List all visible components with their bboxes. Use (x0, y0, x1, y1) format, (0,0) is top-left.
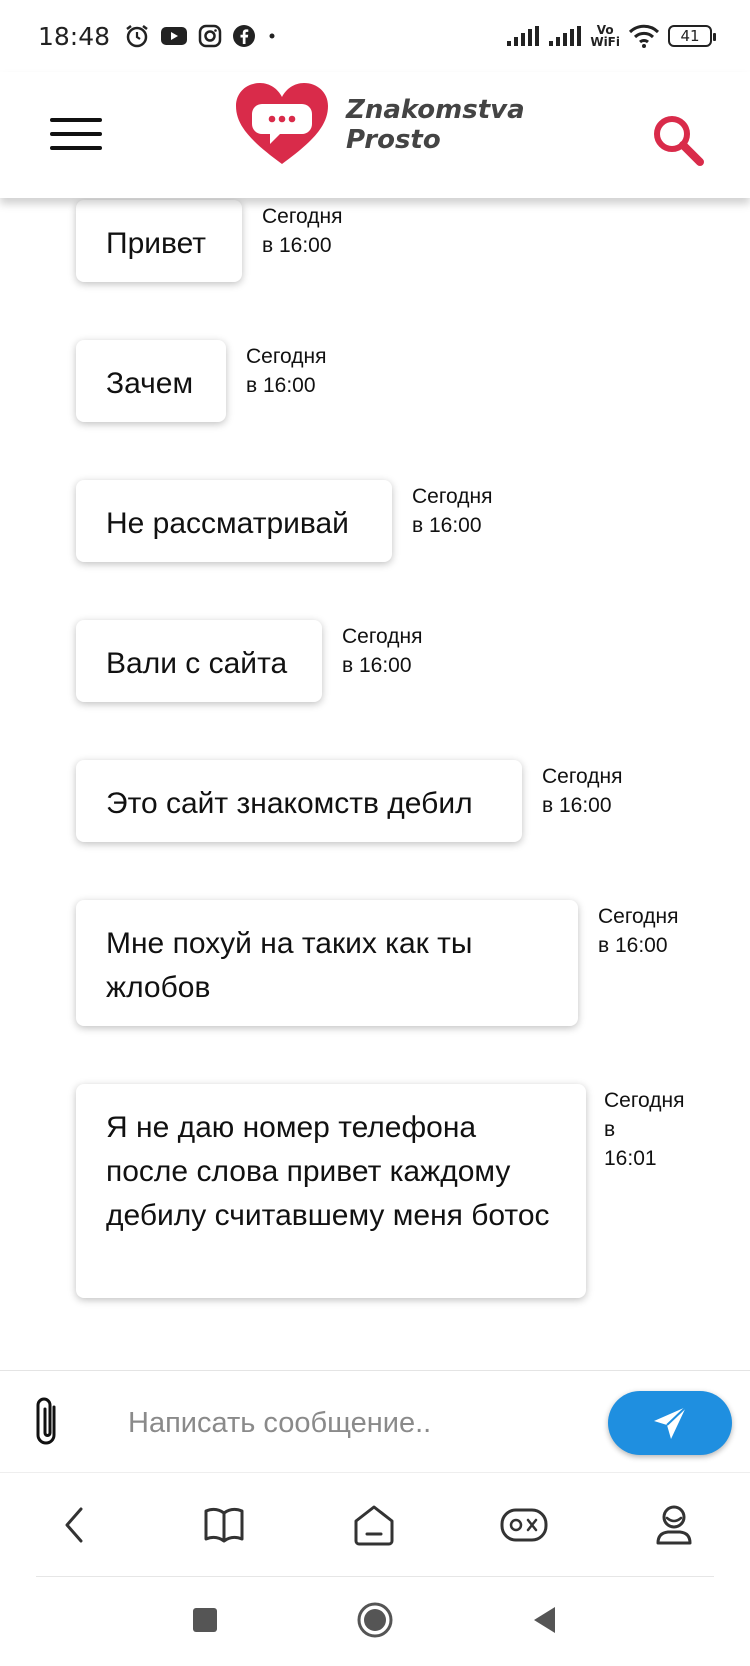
battery-level: 41 (680, 27, 700, 45)
send-button[interactable] (608, 1391, 732, 1455)
search-button[interactable] (650, 112, 706, 168)
back-button[interactable] (44, 1495, 104, 1555)
message-bubble: Мне похуй на таких как ты жлобов (76, 900, 578, 1026)
message-time: Сегодня в 16:00 (342, 622, 422, 680)
message-bubble: Привет (76, 200, 242, 282)
menu-button[interactable] (50, 118, 102, 154)
message-time-day: Сегодня (246, 345, 327, 368)
wifi-icon (628, 24, 660, 48)
home-button[interactable] (344, 1495, 404, 1555)
status-time: 18:48 (38, 21, 111, 51)
message-bubble: Не рассматривай (76, 480, 392, 562)
send-icon (654, 1406, 687, 1439)
paperclip-icon (36, 1397, 56, 1445)
chevron-left-icon (65, 1507, 83, 1543)
gamepad-icon (500, 1508, 548, 1542)
message-time-prep: в (604, 1118, 616, 1141)
system-home-button[interactable] (350, 1595, 400, 1645)
message-text: Вали с сайта (106, 647, 288, 680)
circle-icon (357, 1602, 393, 1638)
notification-dot-icon (266, 30, 278, 42)
message-time: Сегодня в 16:00 (246, 342, 326, 400)
recents-button[interactable] (180, 1595, 230, 1645)
system-back-button[interactable] (520, 1595, 570, 1645)
message-time-hour: в 16:00 (246, 374, 316, 397)
status-bar: 18:48 Vo WiFi 41 (0, 0, 750, 72)
message-text: Это сайт знакомств дебил (106, 787, 473, 820)
message-bubble: Я не даю номер телефона после слова прив… (76, 1084, 586, 1298)
logo-text: Znakomstva Prosto (346, 95, 525, 155)
message-bubble: Вали с сайта (76, 620, 322, 702)
message-text: Зачем (106, 367, 194, 400)
signal-icon-2 (548, 25, 582, 47)
message-bubble: Это сайт знакомств дебил (76, 760, 522, 842)
home-icon (354, 1505, 394, 1546)
browser-nav (0, 1472, 750, 1577)
app-header: Znakomstva Prosto (0, 72, 750, 198)
composer (0, 1370, 750, 1473)
attach-button[interactable] (32, 1395, 62, 1449)
triangle-back-icon (534, 1607, 555, 1633)
instagram-icon (198, 24, 222, 48)
message-time-day: Сегодня (604, 1089, 685, 1112)
profile-button[interactable] (644, 1495, 704, 1555)
battery-icon: 41 (668, 25, 716, 47)
message-text: Не рассматривай (106, 507, 349, 540)
message-time-day: Сегодня (542, 765, 623, 788)
message-time: Сегодня в 16:00 (262, 202, 342, 260)
vowifi-label: Vo WiFi (590, 24, 620, 48)
message-time: Сегодня в 16:00 (598, 902, 678, 960)
message-time-day: Сегодня (342, 625, 423, 648)
message-time-hour: в 16:00 (342, 654, 412, 677)
user-icon (656, 1505, 692, 1545)
square-icon (193, 1608, 217, 1632)
message-time-day: Сегодня (598, 905, 679, 928)
message-bubble: Зачем (76, 340, 226, 422)
book-icon (204, 1507, 244, 1543)
message-time: Сегодня в 16:00 (542, 762, 622, 820)
menu-line (50, 146, 102, 150)
message-time-day: Сегодня (412, 485, 493, 508)
youtube-icon (160, 25, 188, 47)
message-time-hour: в 16:00 (412, 514, 482, 537)
heart-chat-icon (236, 83, 328, 164)
message-time-hour: в 16:00 (542, 794, 612, 817)
message-input[interactable] (126, 1397, 590, 1449)
facebook-icon (232, 24, 256, 48)
screen: 18:48 Vo WiFi 41 Znakomstva Prosto Приве… (0, 0, 750, 1666)
message-text: Мне похуй на таких как ты жлобов (106, 927, 473, 1004)
message-time: Сегодня в 16:01 (604, 1086, 684, 1173)
message-time-hour: в 16:00 (262, 234, 332, 257)
message-time-day: Сегодня (262, 205, 343, 228)
signal-icon (506, 25, 540, 47)
status-left: 18:48 (38, 22, 278, 51)
chat-area[interactable]: Привет Сегодня в 16:00 Зачем Сегодня в 1… (0, 198, 750, 1370)
message-text: Я не даю номер телефона после слова прив… (106, 1111, 550, 1232)
message-time-hour: в 16:00 (598, 934, 668, 957)
menu-line (50, 118, 102, 122)
search-icon (654, 116, 704, 166)
bookmarks-button[interactable] (194, 1495, 254, 1555)
system-nav (0, 1577, 750, 1666)
games-button[interactable] (494, 1495, 554, 1555)
logo-line1: Znakomstva (346, 95, 525, 125)
menu-line (50, 132, 102, 136)
message-time-hour: 16:01 (604, 1147, 657, 1170)
logo[interactable]: Znakomstva Prosto (232, 80, 525, 170)
alarm-icon (124, 23, 150, 49)
logo-line2: Prosto (346, 125, 441, 155)
vowifi-bottom: WiFi (590, 35, 620, 49)
message-time: Сегодня в 16:00 (412, 482, 492, 540)
status-right: Vo WiFi 41 (506, 24, 716, 48)
message-text: Привет (106, 227, 207, 260)
